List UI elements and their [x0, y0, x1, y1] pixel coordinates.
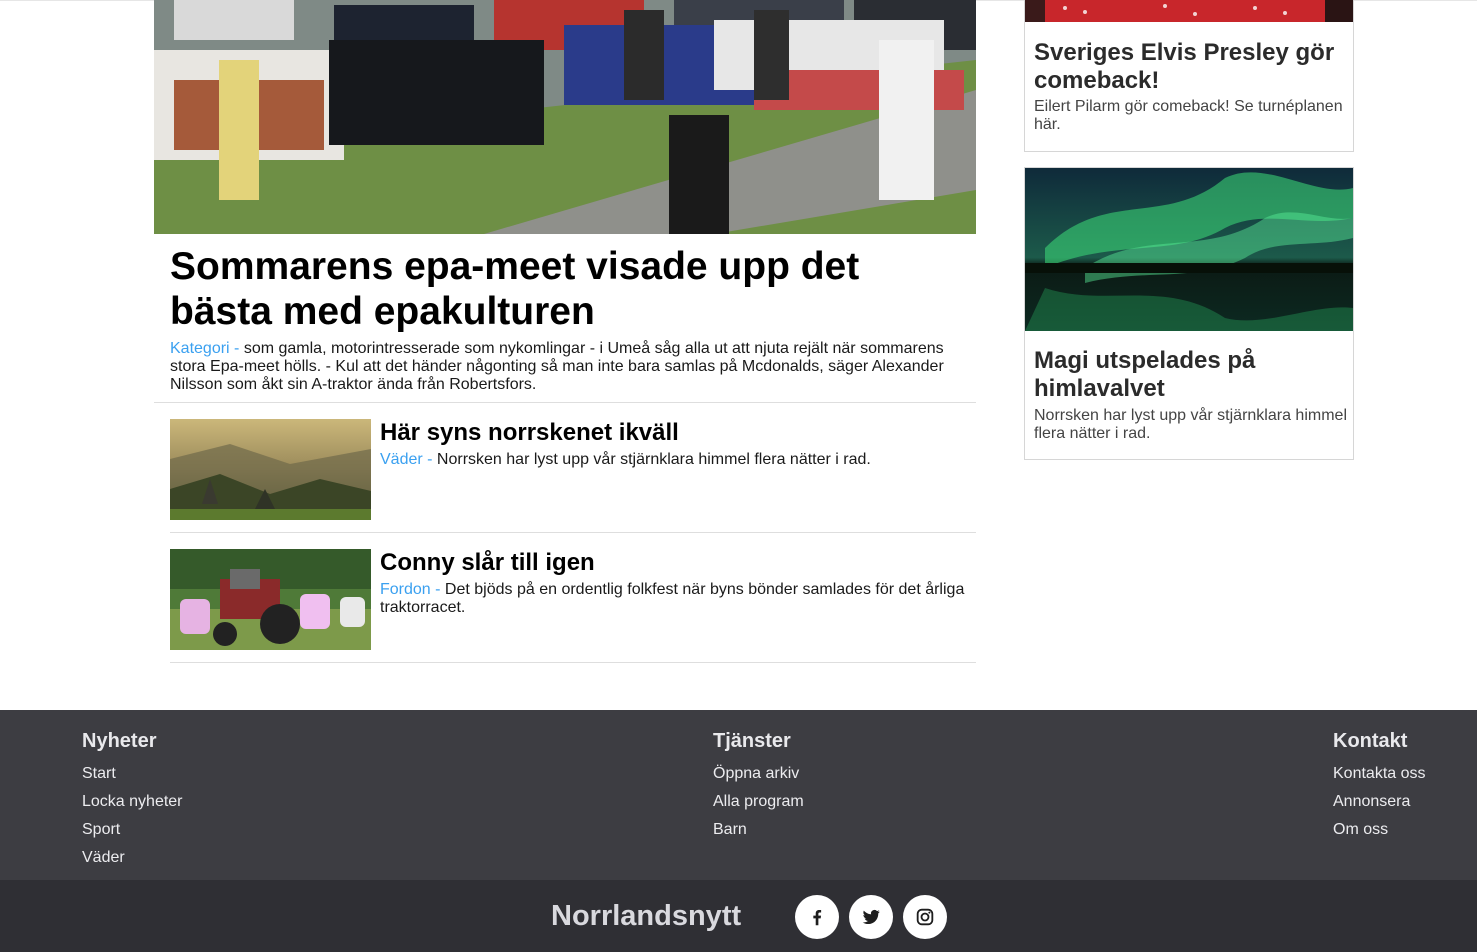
- hero-category-label[interactable]: Kategori: [170, 340, 230, 357]
- instagram-button[interactable]: [903, 895, 947, 939]
- story-category-label[interactable]: Fordon: [380, 581, 431, 598]
- side-card-image[interactable]: [1025, 168, 1353, 331]
- story-description: Väder - Norrsken har lyst upp vår stjärn…: [380, 451, 970, 469]
- footer-link-start[interactable]: Start: [82, 760, 183, 788]
- footer-link-list: Start Locka nyheter Sport Väder: [82, 760, 183, 872]
- footer-link-contact[interactable]: Kontakta oss: [1333, 760, 1426, 788]
- footer-link-sport[interactable]: Sport: [82, 816, 183, 844]
- story-divider: [170, 532, 976, 533]
- side-card-title[interactable]: Sveriges Elvis Presley gör comeback!: [1034, 39, 1349, 95]
- side-card[interactable]: Magi utspelades på himlavalvet Norrsken …: [1024, 167, 1354, 460]
- facebook-icon: [813, 909, 822, 926]
- hero-category-link[interactable]: Kategori -: [170, 340, 244, 357]
- instagram-icon: [916, 908, 934, 926]
- hero-category-separator: -: [229, 340, 244, 357]
- side-card-description: Eilert Pilarm gör comeback! Se turnéplan…: [1034, 98, 1343, 133]
- hero-title[interactable]: Sommarens epa-meet visade upp det bästa …: [170, 244, 960, 334]
- story-category-separator: -: [430, 581, 445, 598]
- footer-link-list: Kontakta oss Annonsera Om oss: [1333, 760, 1426, 844]
- hero-description: Kategori - som gamla, motorintresserade …: [170, 340, 960, 394]
- side-card[interactable]: Sveriges Elvis Presley gör comeback! Eil…: [1024, 0, 1354, 152]
- hero-image[interactable]: [154, 0, 976, 234]
- footer-link-local-news[interactable]: Locka nyheter: [82, 788, 183, 816]
- brand-name[interactable]: Norrlandsnytt: [551, 899, 741, 933]
- side-card-title[interactable]: Magi utspelades på himlavalvet: [1034, 347, 1349, 403]
- story-description: Fordon - Det bjöds på en ordentlig folkf…: [380, 581, 970, 617]
- side-card-image[interactable]: [1025, 0, 1353, 22]
- story-category-link[interactable]: Fordon -: [380, 581, 445, 598]
- footer-bottom-bar: Norrlandsnytt: [0, 880, 1477, 952]
- footer: Nyheter Start Locka nyheter Sport Väder …: [0, 710, 1477, 880]
- footer-column-contact: Kontakt Kontakta oss Annonsera Om oss: [1333, 730, 1426, 844]
- story-thumbnail[interactable]: [170, 419, 371, 520]
- story-category-link[interactable]: Väder -: [380, 451, 437, 468]
- footer-link-programs[interactable]: Alla program: [713, 788, 804, 816]
- footer-link-advertise[interactable]: Annonsera: [1333, 788, 1426, 816]
- footer-heading: Kontakt: [1333, 730, 1408, 752]
- footer-column-services: Tjänster Öppna arkiv Alla program Barn: [713, 730, 804, 844]
- footer-link-about[interactable]: Om oss: [1333, 816, 1426, 844]
- story-description-text: Norrsken har lyst upp vår stjärnklara hi…: [436, 451, 871, 468]
- footer-link-archive[interactable]: Öppna arkiv: [713, 760, 804, 788]
- side-card-description: Norrsken har lyst upp vår stjärnklara hi…: [1034, 407, 1347, 442]
- hero-divider: [154, 402, 976, 403]
- story-category-separator: -: [422, 451, 437, 468]
- footer-column-news: Nyheter Start Locka nyheter Sport Väder: [82, 730, 183, 872]
- footer-link-kids[interactable]: Barn: [713, 816, 804, 844]
- twitter-button[interactable]: [849, 895, 893, 939]
- story-title[interactable]: Conny slår till igen: [380, 549, 595, 577]
- hero-description-text: som gamla, motorintresserade som nykomli…: [170, 340, 944, 393]
- story-divider: [170, 662, 976, 663]
- story-description-text: Det bjöds på en ordentlig folkfest när b…: [380, 581, 965, 616]
- story-category-label[interactable]: Väder: [380, 451, 423, 468]
- story-title[interactable]: Här syns norrskenet ikväll: [380, 419, 679, 447]
- footer-link-list: Öppna arkiv Alla program Barn: [713, 760, 804, 844]
- twitter-icon: [862, 909, 880, 925]
- footer-heading: Nyheter: [82, 730, 157, 752]
- footer-link-weather[interactable]: Väder: [82, 844, 183, 872]
- story-thumbnail[interactable]: [170, 549, 371, 650]
- facebook-button[interactable]: [795, 895, 839, 939]
- footer-heading: Tjänster: [713, 730, 791, 752]
